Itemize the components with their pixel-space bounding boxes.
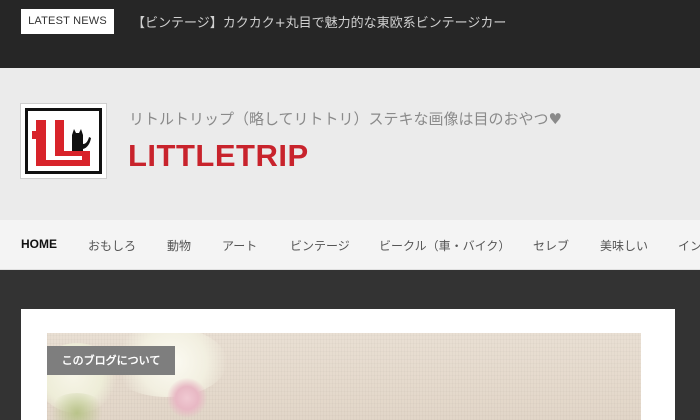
nav-item-celeb[interactable]: セレブ (533, 237, 569, 254)
nav-item-vintage[interactable]: ビンテージ (290, 237, 350, 254)
nav-item-more[interactable]: イン (678, 237, 700, 254)
nav-item-omoshiro[interactable]: おもしろ (88, 237, 136, 254)
nav-item-animals[interactable]: 動物 (167, 237, 191, 254)
news-ticker-link[interactable]: 【ビンテージ】カクカク+丸目で魅力的な東欧系ビンテージカー (132, 12, 506, 31)
nav-item-home[interactable]: HOME (21, 237, 57, 251)
main-nav: HOME おもしろ 動物 アート ビンテージ ビークル（車・バイク） セレブ 美… (0, 220, 700, 270)
flower-decoration (167, 378, 207, 418)
site-logo[interactable] (20, 103, 107, 179)
nav-item-delicious[interactable]: 美味しい (600, 237, 648, 254)
latest-news-label: LATEST NEWS (21, 9, 114, 34)
nav-item-vehicle[interactable]: ビークル（車・バイク） (379, 237, 510, 254)
site-tagline: リトルトリップ（略してリトトリ）ステキな画像は目のおやつ♥ (129, 110, 563, 128)
site-title-link[interactable]: LITTLETRIP (128, 138, 309, 174)
nav-item-art[interactable]: アート (222, 237, 257, 254)
top-news-bar: LATEST NEWS 【ビンテージ】カクカク+丸目で魅力的な東欧系ビンテージカ… (0, 0, 700, 68)
littletrip-logo-icon (25, 108, 102, 174)
category-badge[interactable]: このブログについて (47, 346, 175, 375)
